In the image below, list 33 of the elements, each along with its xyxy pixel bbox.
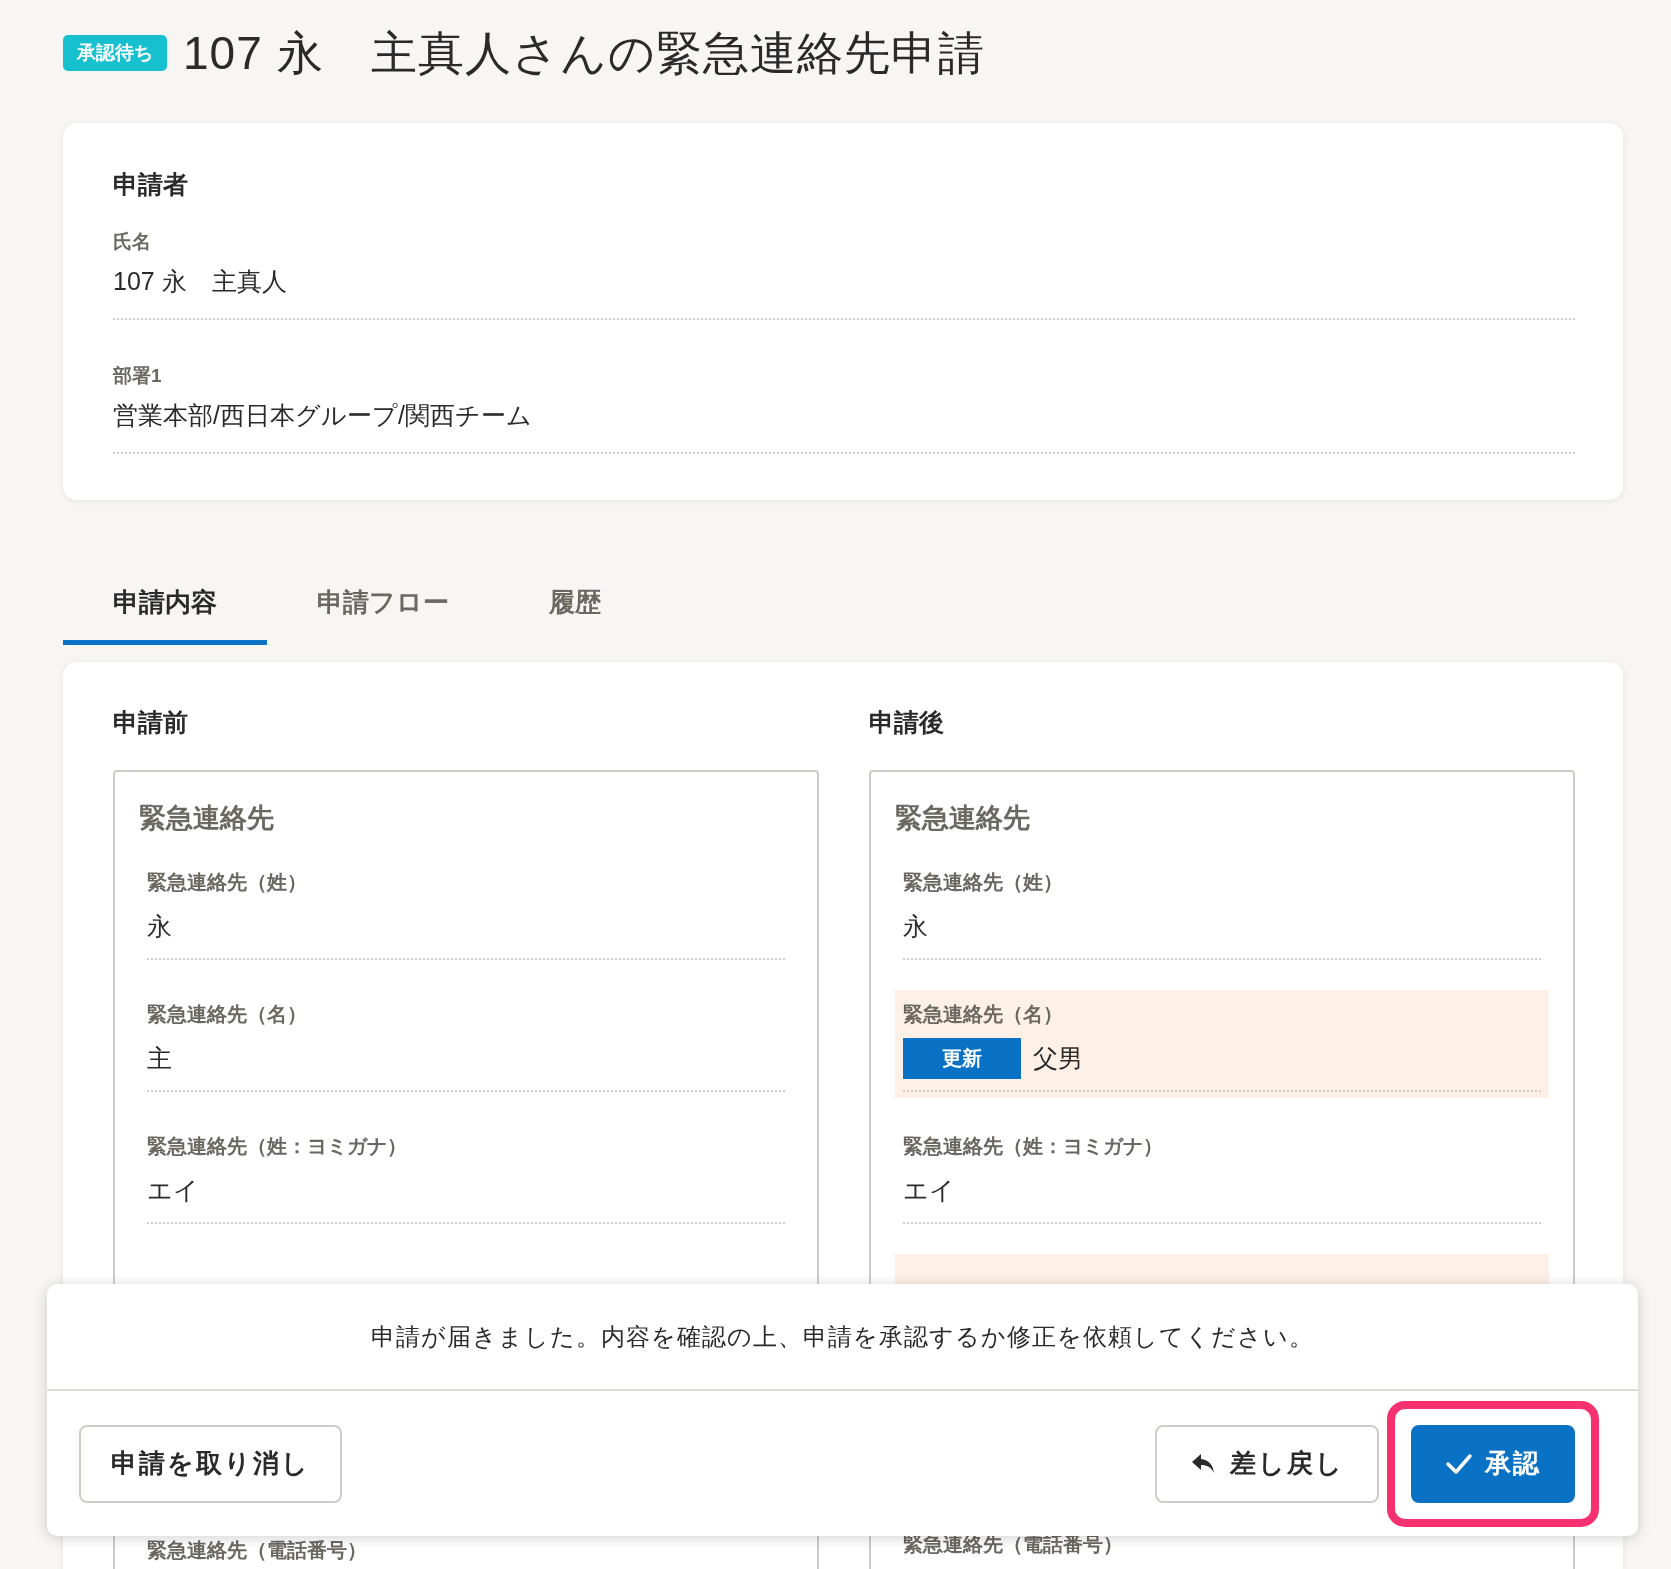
field-value: 主	[147, 1042, 172, 1074]
field-label: 緊急連絡先（名）	[903, 1002, 1064, 1027]
field-label: 緊急連絡先（電話番号）	[147, 1538, 368, 1563]
section-heading: 申請者	[113, 169, 189, 200]
send-back-button[interactable]: 差し戻し	[1155, 1424, 1379, 1503]
dialog-message: 申請が届きました。内容を確認の上、申請を承認するか修正を依頼してください。	[47, 1284, 1638, 1391]
update-badge: 更新	[903, 1037, 1021, 1079]
page-title: 107 永 主真人さんの緊急連絡先申請	[183, 26, 985, 81]
panel-title: 緊急連絡先	[895, 802, 1031, 835]
cancel-request-button[interactable]: 申請を取り消し	[79, 1424, 342, 1503]
field-value: 永	[147, 910, 172, 942]
panel-title: 緊急連絡先	[139, 802, 275, 835]
field-value: エイ	[147, 1174, 199, 1206]
field-value: エイ	[903, 1174, 955, 1206]
field-value: 営業本部/西日本グループ/関西チーム	[113, 400, 533, 431]
field-label: 氏名	[113, 230, 152, 254]
field-label: 緊急連絡先（姓：ヨミガナ）	[147, 1134, 408, 1159]
tab[interactable]: 履歴	[499, 567, 651, 645]
tab[interactable]: 申請内容	[63, 567, 267, 645]
column-heading: 申請前	[113, 707, 189, 738]
tab[interactable]: 申請フロー	[267, 567, 499, 645]
status-badge: 承認待ち	[63, 35, 167, 71]
field-value: 父男	[1033, 1042, 1083, 1074]
check-icon	[1445, 1452, 1473, 1475]
approve-button[interactable]: 承認	[1411, 1424, 1575, 1503]
field-label: 部署1	[113, 364, 163, 388]
column-heading: 申請後	[869, 707, 945, 738]
field-value: 永	[903, 910, 928, 942]
field-label: 緊急連絡先（名）	[147, 1002, 308, 1027]
field-label: 緊急連絡先（姓）	[903, 870, 1064, 895]
field-label: 緊急連絡先（姓：ヨミガナ）	[903, 1134, 1164, 1159]
field-label: 緊急連絡先（姓）	[147, 870, 308, 895]
field-value: 107 永 主真人	[113, 266, 288, 297]
